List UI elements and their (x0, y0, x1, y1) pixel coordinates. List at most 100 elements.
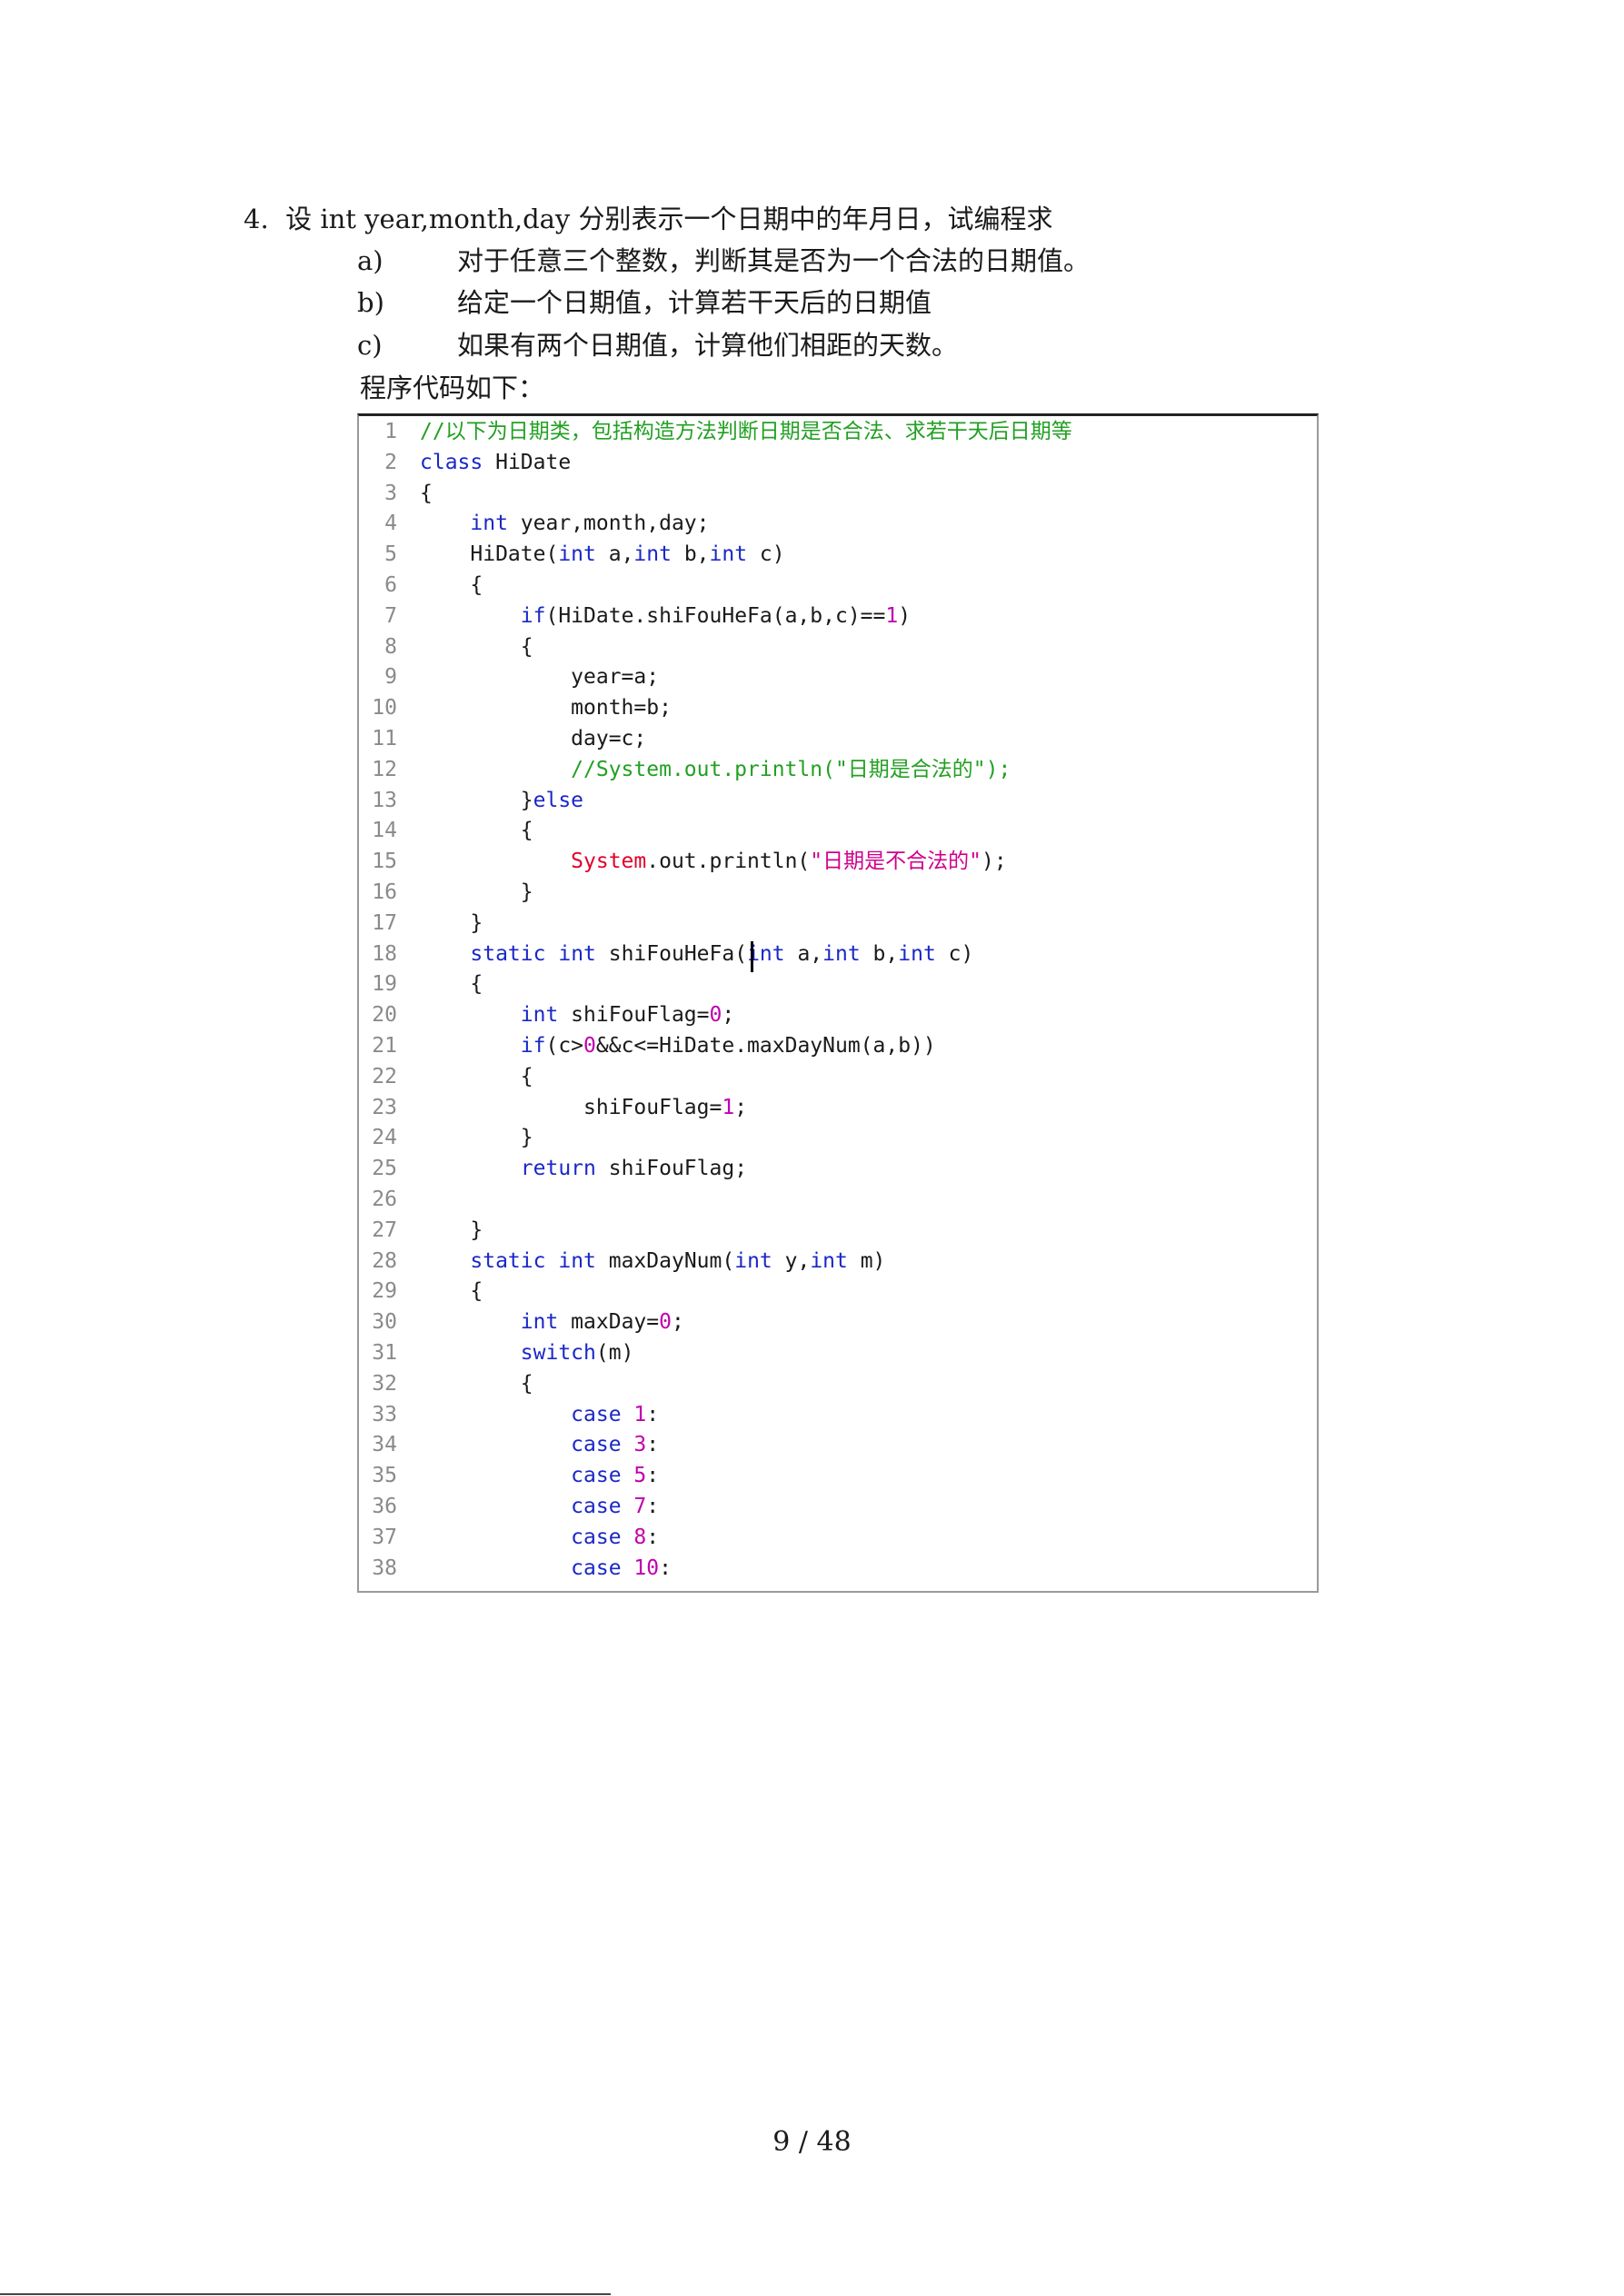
line-number: 11 (372, 727, 397, 750)
line-number: 23 (372, 1095, 397, 1119)
code-text: int maxDay=0; (520, 1310, 684, 1335)
code-line: 19 { (359, 969, 1317, 999)
line-number: 22 (372, 1064, 397, 1088)
code-text: } (420, 1126, 533, 1150)
line-number: 38 (372, 1556, 397, 1580)
code-text: shiFouFlag=1; (420, 1095, 748, 1119)
code-text: HiDate(int a,int b,int c) (420, 542, 785, 567)
line-number: 7 (384, 603, 397, 628)
line-number: 5 (384, 542, 397, 567)
code-line: 15 System.out.println("日期是不合法的"); (359, 846, 1317, 877)
page-number: 9 / 48 (772, 2126, 852, 2158)
code-line: 13 }else (359, 785, 1317, 816)
code-line: 20 int shiFouFlag=0; (359, 999, 1317, 1030)
code-line: 34 case 3: (359, 1429, 1317, 1460)
line-number: 20 (372, 1003, 397, 1028)
code-line: 29 { (359, 1276, 1317, 1307)
line-number: 13 (372, 788, 397, 812)
code-line: 27 } (359, 1215, 1317, 1246)
code-line: 21 if(c>0&&c<=HiDate.maxDayNum(a,b)) (359, 1030, 1317, 1061)
code-text: day=c; (420, 727, 647, 750)
sub-item-c: c) 如果有两个日期值，计算他们相距的天数。 (357, 324, 958, 366)
code-line: 1 //以下为日期类，包括构造方法判断日期是否合法、求若干天后日期等 (359, 416, 1317, 447)
code-text: class HiDate (420, 450, 572, 474)
code-listing: 1 //以下为日期类，包括构造方法判断日期是否合法、求若干天后日期等 2 class … (357, 413, 1319, 1593)
code-text: if(HiDate.shiFouHeFa(a,b,c)==1) (520, 603, 912, 628)
code-line: 5 HiDate(int a,int b,int c) (359, 539, 1317, 570)
line-number: 29 (372, 1279, 397, 1304)
code-line: 14 { (359, 815, 1317, 846)
code-line: 37 case 8: (359, 1522, 1317, 1553)
line-number: 6 (384, 573, 397, 597)
code-line: 16 } (359, 877, 1317, 908)
code-text: { (420, 1279, 483, 1304)
line-number: 30 (372, 1310, 397, 1335)
code-line: 23 shiFouFlag=1; (359, 1092, 1317, 1123)
code-line: 10 month=b; (359, 692, 1317, 723)
sub-item-label: a) (357, 245, 384, 276)
code-text: month=b; (420, 696, 672, 721)
line-number: 1 (384, 420, 397, 443)
line-number: 28 (372, 1248, 397, 1273)
code-text: if(c>0&&c<=HiDate.maxDayNum(a,b)) (520, 1034, 936, 1058)
code-line: 24 } (359, 1122, 1317, 1153)
code-text: { (420, 573, 483, 597)
line-number: 10 (372, 696, 397, 721)
code-line: 4 int year,month,day; (359, 508, 1317, 539)
code-text: System.out.println("日期是不合法的"); (571, 850, 1007, 874)
line-number: 35 (372, 1464, 397, 1488)
code-line: 38 case 10: (359, 1553, 1317, 1584)
line-number: 37 (372, 1525, 397, 1549)
code-text: { (420, 819, 533, 843)
question-heading: 4. 设 int year,month,day 分别表示一个日期中的年月日，试编… (244, 198, 1053, 240)
line-number: 15 (372, 850, 397, 874)
code-line: 26 (359, 1184, 1317, 1215)
code-line: 11 day=c; (359, 723, 1317, 754)
code-text: case 3: (571, 1433, 660, 1457)
code-line: 33 case 1: (359, 1399, 1317, 1430)
sub-item-text: 如果有两个日期值，计算他们相距的天数。 (457, 330, 959, 361)
line-number: 34 (372, 1433, 397, 1457)
code-text: year=a; (420, 665, 660, 690)
code-text: { (420, 1064, 533, 1088)
line-number: 21 (372, 1034, 397, 1058)
code-text: case 8: (571, 1525, 660, 1549)
line-number: 4 (384, 512, 397, 536)
code-line: 35 case 5: (359, 1460, 1317, 1491)
code-text: int shiFouFlag=0; (520, 1003, 735, 1028)
code-line: 7 if(HiDate.shiFouHeFa(a,b,c)==1) (359, 601, 1317, 631)
line-number: 36 (372, 1495, 397, 1518)
line-number: 24 (372, 1126, 397, 1150)
sub-item-text: 给定一个日期值，计算若干天后的日期值 (457, 287, 932, 318)
code-line: 36 case 7: (359, 1491, 1317, 1522)
code-text: }else (420, 788, 584, 812)
question-title: 4. 设 int year,month,day 分别表示一个日期中的年月日，试编… (244, 204, 1053, 234)
code-line: 6 { (359, 570, 1317, 601)
text-cursor (751, 941, 753, 972)
code-line: 9 year=a; (359, 661, 1317, 692)
code-text: return shiFouFlag; (520, 1157, 748, 1181)
line-number: 25 (372, 1157, 397, 1181)
code-line: 8 { (359, 631, 1317, 662)
code-line: 17 } (359, 908, 1317, 939)
line-number: 26 (372, 1188, 397, 1211)
code-text: static int maxDayNum(int y,int m) (470, 1248, 886, 1273)
code-text: case 1: (571, 1402, 660, 1426)
code-line: 12 //System.out.println("日期是合法的"); (359, 754, 1317, 785)
code-line: 3{ (359, 478, 1317, 509)
code-text: switch(m) (520, 1341, 634, 1365)
line-number: 19 (372, 972, 397, 997)
line-number: 27 (372, 1218, 397, 1242)
line-number: 33 (372, 1402, 397, 1426)
line-number: 18 (372, 941, 397, 966)
line-number: 12 (372, 757, 397, 781)
code-text: { (420, 481, 433, 505)
code-text: case 5: (571, 1464, 660, 1488)
code-line: 2 class HiDate (359, 447, 1317, 478)
code-text: int year,month,day; (470, 512, 710, 536)
sub-item-a: a) 对于任意三个整数，判断其是否为一个合法的日期值。 (357, 240, 1090, 282)
code-text: case 10: (571, 1556, 672, 1580)
line-number: 3 (384, 481, 397, 505)
code-line: 25 return shiFouFlag; (359, 1153, 1317, 1184)
sub-item-label: b) (357, 287, 384, 318)
